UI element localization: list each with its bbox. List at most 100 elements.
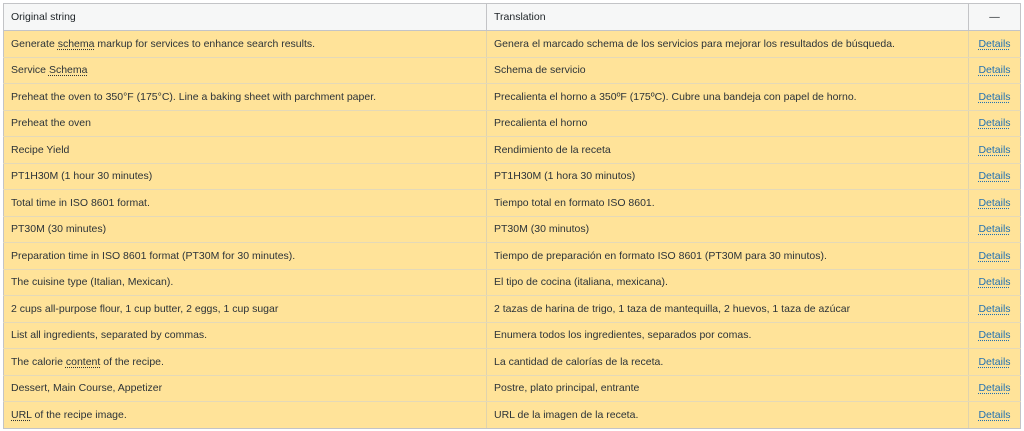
column-header-translation: Translation — [486, 3, 969, 31]
table-row[interactable]: List all ingredients, separated by comma… — [3, 321, 1021, 349]
table-row[interactable]: PT1H30M (1 hour 30 minutes) PT1H30M (1 ho… — [3, 162, 1021, 190]
translation-cell[interactable]: La cantidad de calorías de la receta. — [486, 348, 969, 376]
original-text: Service — [11, 64, 49, 77]
table-row[interactable]: The cuisine type (Italian, Mexican). El t… — [3, 268, 1021, 296]
original-text: of the recipe image. — [31, 408, 127, 421]
original-string-cell: URL of the recipe image. — [3, 401, 487, 429]
translation-cell[interactable]: Postre, plato principal, entrante — [486, 374, 969, 402]
table-row[interactable]: PT30M (30 minutes) PT30M (30 minutos) Deta… — [3, 215, 1021, 243]
actions-cell: Details — [968, 189, 1021, 217]
translation-cell[interactable]: Tiempo total en formato ISO 8601. — [486, 189, 969, 217]
table-header-row: Original string Translation — — [3, 3, 1021, 31]
original-string-cell: PT1H30M (1 hour 30 minutes) — [3, 162, 487, 190]
actions-cell: Details — [968, 321, 1021, 349]
original-text: PT30M (30 minutes) — [11, 223, 107, 236]
table-row[interactable]: The calorie content of the recipe. La can… — [3, 348, 1021, 376]
table-row[interactable]: Preheat the oven Precalienta el horno Deta… — [3, 109, 1021, 137]
actions-cell: Details — [968, 374, 1021, 402]
glossary-term[interactable]: schema — [58, 38, 95, 50]
original-string-cell: Preheat the oven — [3, 109, 487, 137]
actions-cell: Details — [968, 162, 1021, 190]
original-text: of the recipe. — [100, 355, 164, 368]
table-row[interactable]: Preparation time in ISO 8601 format (PT3… — [3, 242, 1021, 270]
details-link[interactable]: Details — [978, 382, 1010, 394]
actions-cell: Details — [968, 136, 1021, 164]
translation-cell[interactable]: Genera el marcado schema de los servicio… — [486, 30, 969, 58]
details-link[interactable]: Details — [978, 303, 1010, 315]
actions-cell: Details — [968, 83, 1021, 111]
translation-cell[interactable]: PT1H30M (1 hora 30 minutos) — [486, 162, 969, 190]
details-link[interactable]: Details — [978, 356, 1010, 368]
column-header-actions: — — [968, 3, 1021, 31]
original-text: Preparation time in ISO 8601 format (PT3… — [11, 249, 296, 262]
translation-cell[interactable]: Tiempo de preparación en formato ISO 860… — [486, 242, 969, 270]
table-row[interactable]: Service Schema Schema de servicio Details — [3, 56, 1021, 84]
translation-table-container: Original string Translation — Generate s… — [3, 3, 1021, 429]
table-row[interactable]: Preheat the oven to 350°F (175°C). Line … — [3, 83, 1021, 111]
table-body: Generate schema markup for services to e… — [3, 30, 1021, 429]
table-row[interactable]: Total time in ISO 8601 format. Tiempo tot… — [3, 189, 1021, 217]
actions-cell: Details — [968, 401, 1021, 429]
glossary-term[interactable]: Schema — [49, 64, 88, 76]
original-text: Generate — [11, 37, 58, 50]
original-string-cell: The calorie content of the recipe. — [3, 348, 487, 376]
details-link[interactable]: Details — [978, 117, 1010, 129]
details-link[interactable]: Details — [978, 38, 1010, 50]
table-row[interactable]: Recipe Yield Rendimiento de la receta Deta… — [3, 136, 1021, 164]
original-text: PT1H30M (1 hour 30 minutes) — [11, 170, 153, 183]
table-row[interactable]: URL of the recipe image. URL de la imagen… — [3, 401, 1021, 429]
original-string-cell: Total time in ISO 8601 format. — [3, 189, 487, 217]
translation-table: Original string Translation — Generate s… — [3, 3, 1021, 429]
translation-cell[interactable]: Precalienta el horno — [486, 109, 969, 137]
details-link[interactable]: Details — [978, 409, 1010, 421]
table-row[interactable]: Dessert, Main Course, Appetizer Postre, p… — [3, 374, 1021, 402]
original-text: 2 cups all-purpose flour, 1 cup butter, … — [11, 302, 279, 315]
details-link[interactable]: Details — [978, 64, 1010, 76]
details-link[interactable]: Details — [978, 329, 1010, 341]
original-text: Dessert, Main Course, Appetizer — [11, 382, 163, 395]
original-string-cell: Service Schema — [3, 56, 487, 84]
original-string-cell: Dessert, Main Course, Appetizer — [3, 374, 487, 402]
translation-cell[interactable]: Enumera todos los ingredientes, separado… — [486, 321, 969, 349]
original-string-cell: 2 cups all-purpose flour, 1 cup butter, … — [3, 295, 487, 323]
glossary-term[interactable]: content — [66, 356, 100, 368]
details-link[interactable]: Details — [978, 144, 1010, 156]
table-row[interactable]: Generate schema markup for services to e… — [3, 30, 1021, 58]
original-string-cell: Generate schema markup for services to e… — [3, 30, 487, 58]
original-string-cell: Preheat the oven to 350°F (175°C). Line … — [3, 83, 487, 111]
actions-cell: Details — [968, 268, 1021, 296]
original-string-cell: Recipe Yield — [3, 136, 487, 164]
actions-cell: Details — [968, 348, 1021, 376]
details-link[interactable]: Details — [978, 91, 1010, 103]
translation-cell[interactable]: Schema de servicio — [486, 56, 969, 84]
translation-cell[interactable]: Precalienta el horno a 350ºF (175ºC). Cu… — [486, 83, 969, 111]
translation-cell[interactable]: 2 tazas de harina de trigo, 1 taza de ma… — [486, 295, 969, 323]
details-link[interactable]: Details — [978, 197, 1010, 209]
translation-cell[interactable]: Rendimiento de la receta — [486, 136, 969, 164]
original-text: markup for services to enhance search re… — [94, 37, 316, 50]
original-text: Total time in ISO 8601 format. — [11, 196, 150, 209]
details-link[interactable]: Details — [978, 170, 1010, 182]
translation-cell[interactable]: PT30M (30 minutos) — [486, 215, 969, 243]
translation-cell[interactable]: El tipo de cocina (italiana, mexicana). — [486, 268, 969, 296]
glossary-term[interactable]: URL — [11, 409, 32, 421]
actions-cell: Details — [968, 109, 1021, 137]
actions-cell: Details — [968, 30, 1021, 58]
translation-cell[interactable]: URL de la imagen de la receta. — [486, 401, 969, 429]
original-string-cell: List all ingredients, separated by comma… — [3, 321, 487, 349]
original-string-cell: The cuisine type (Italian, Mexican). — [3, 268, 487, 296]
actions-cell: Details — [968, 56, 1021, 84]
original-text: Preheat the oven to 350°F (175°C). Line … — [11, 90, 377, 103]
original-text: Preheat the oven — [11, 117, 91, 130]
details-link[interactable]: Details — [978, 250, 1010, 262]
actions-cell: Details — [968, 215, 1021, 243]
original-string-cell: PT30M (30 minutes) — [3, 215, 487, 243]
details-link[interactable]: Details — [978, 223, 1010, 235]
original-text: The calorie — [11, 355, 66, 368]
original-string-cell: Preparation time in ISO 8601 format (PT3… — [3, 242, 487, 270]
original-text: List all ingredients, separated by comma… — [11, 329, 208, 342]
table-row[interactable]: 2 cups all-purpose flour, 1 cup butter, … — [3, 295, 1021, 323]
actions-cell: Details — [968, 295, 1021, 323]
details-link[interactable]: Details — [978, 276, 1010, 288]
actions-cell: Details — [968, 242, 1021, 270]
